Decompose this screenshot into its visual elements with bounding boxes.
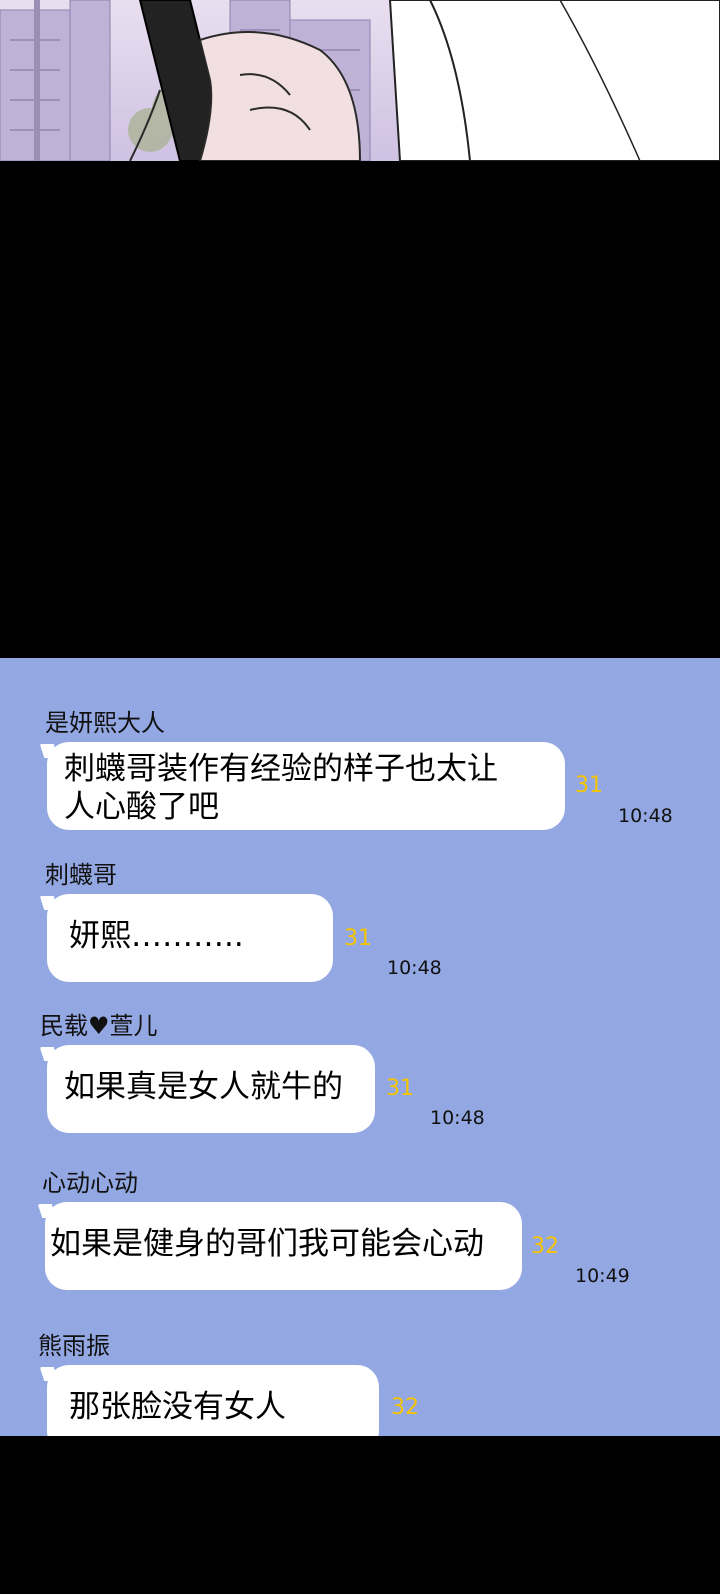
message-bubble: 如果是健身的哥们我可能会心动 (45, 1202, 522, 1290)
comic-page: 是妍熙大人 刺蠛哥装作有经验的样子也太让人心酸了吧 31 10:48 刺蠛哥 妍… (0, 0, 720, 1594)
message-bubble: 妍熙……….. (47, 894, 333, 982)
sender-name: 熊雨振 (38, 1332, 110, 1360)
message-time: 10:48 (430, 1107, 485, 1129)
read-count: 31 (344, 926, 372, 951)
message-time: 10:49 (575, 1265, 630, 1287)
sender-name: 民载♥萱儿 (40, 1012, 158, 1040)
read-count: 31 (575, 773, 603, 798)
message-bubble: 如果真是女人就牛的 (47, 1045, 375, 1133)
sender-name: 刺蠛哥 (45, 861, 117, 889)
black-panel-gap (0, 1436, 720, 1594)
message-bubble: 那张脸没有女人 (47, 1365, 379, 1436)
message-time: 10:48 (387, 957, 442, 979)
read-count: 31 (386, 1076, 414, 1101)
message-bubble: 刺蠛哥装作有经验的样子也太让人心酸了吧 (47, 742, 565, 830)
sender-name: 心动心动 (42, 1169, 138, 1197)
comic-illustration-panel (0, 0, 720, 161)
hands-holding-phone-illustration (0, 0, 720, 161)
read-count: 32 (531, 1234, 559, 1259)
sender-name: 是妍熙大人 (45, 709, 165, 737)
group-chat-panel: 是妍熙大人 刺蠛哥装作有经验的样子也太让人心酸了吧 31 10:48 刺蠛哥 妍… (0, 658, 720, 1436)
black-panel-gap (0, 161, 720, 658)
read-count: 32 (391, 1395, 419, 1420)
message-time: 10:48 (618, 805, 673, 827)
